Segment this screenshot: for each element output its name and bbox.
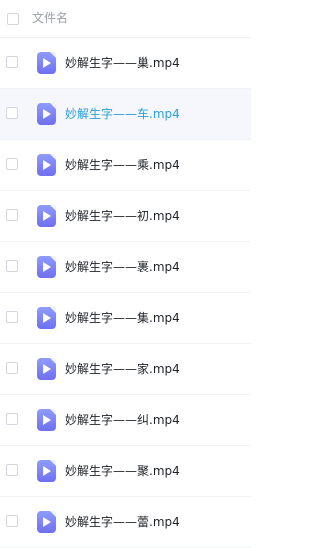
file-name-link[interactable]: 妙解生字——裹.mp4	[65, 259, 180, 275]
name-column-header[interactable]: 文件名	[32, 10, 68, 26]
file-row[interactable]: 妙解生字——家.mp4	[0, 344, 251, 395]
file-row[interactable]: 妙解生字——聚.mp4	[0, 446, 251, 497]
row-checkbox[interactable]	[6, 56, 18, 68]
video-file-icon	[37, 409, 56, 431]
file-name-link[interactable]: 妙解生字——家.mp4	[65, 361, 180, 377]
file-name-link[interactable]: 妙解生字——集.mp4	[65, 310, 180, 326]
row-checkbox[interactable]	[6, 209, 18, 221]
file-row[interactable]: 妙解生字——巢.mp4	[0, 38, 251, 89]
row-checkbox[interactable]	[6, 515, 18, 527]
video-file-icon	[37, 154, 56, 176]
file-row[interactable]: 妙解生字——纠.mp4	[0, 395, 251, 446]
row-checkbox[interactable]	[6, 413, 18, 425]
video-file-icon	[37, 358, 56, 380]
video-file-icon	[37, 307, 56, 329]
row-checkbox[interactable]	[6, 464, 18, 476]
file-row[interactable]: 妙解生字——初.mp4	[0, 191, 251, 242]
video-file-icon	[37, 460, 56, 482]
video-file-icon	[37, 256, 56, 278]
file-row[interactable]: 妙解生字——裹.mp4	[0, 242, 251, 293]
file-name-link[interactable]: 妙解生字——纠.mp4	[65, 412, 180, 428]
file-name-link[interactable]: 妙解生字——聚.mp4	[65, 463, 180, 479]
file-name-link[interactable]: 妙解生字——蕾.mp4	[65, 514, 180, 530]
file-list-header: 文件名	[0, 0, 251, 38]
video-file-icon	[37, 511, 56, 533]
video-file-icon	[37, 52, 56, 74]
video-file-icon	[37, 103, 56, 125]
row-checkbox[interactable]	[6, 260, 18, 272]
file-row[interactable]: 妙解生字——乘.mp4	[0, 140, 251, 191]
file-row[interactable]: 妙解生字——车.mp4	[0, 89, 251, 140]
file-name-link[interactable]: 妙解生字——车.mp4	[65, 106, 180, 122]
video-file-icon	[37, 205, 56, 227]
row-checkbox[interactable]	[6, 362, 18, 374]
row-checkbox[interactable]	[6, 311, 18, 323]
file-name-link[interactable]: 妙解生字——乘.mp4	[65, 157, 180, 173]
file-row[interactable]: 妙解生字——蕾.mp4	[0, 497, 251, 548]
file-row[interactable]: 妙解生字——集.mp4	[0, 293, 251, 344]
row-checkbox[interactable]	[6, 158, 18, 170]
row-checkbox[interactable]	[6, 107, 18, 119]
file-name-link[interactable]: 妙解生字——初.mp4	[65, 208, 180, 224]
file-name-link[interactable]: 妙解生字——巢.mp4	[65, 55, 180, 71]
select-all-checkbox[interactable]	[7, 13, 19, 25]
